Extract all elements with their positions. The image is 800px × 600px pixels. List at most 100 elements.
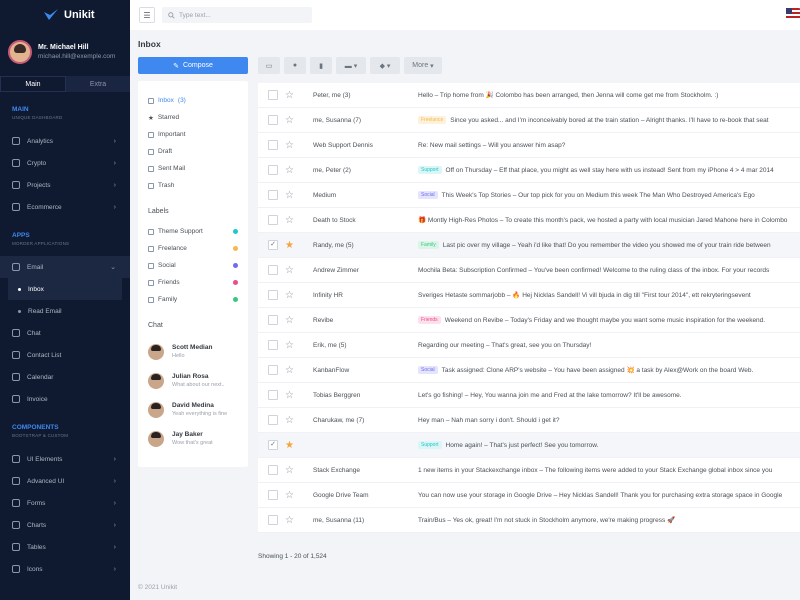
label-social[interactable]: Social <box>148 257 238 274</box>
sidebar-item-email[interactable]: Email ⌄ <box>0 256 130 278</box>
mail-row[interactable]: ☆ Stack Exchange 1 new items in your Stack… <box>258 458 800 483</box>
mail-row[interactable]: ☆ Andrew Zimmer Mochila Beta: Subscription… <box>258 258 800 283</box>
mail-checkbox[interactable] <box>268 365 278 375</box>
sidebar-item-charts[interactable]: Charts › <box>0 514 130 536</box>
mail-row[interactable]: ☆ me, Peter (2) Support Off on Thursday – E… <box>258 158 800 183</box>
star-icon[interactable]: ☆ <box>285 415 294 426</box>
sidebar-item-ui-elements[interactable]: UI Elements › <box>0 448 130 470</box>
star-icon[interactable]: ☆ <box>285 315 294 326</box>
mail-checkbox[interactable] <box>268 315 278 325</box>
mail-checkbox[interactable] <box>268 340 278 350</box>
sidebar-item-contact-list[interactable]: Contact List <box>0 344 130 366</box>
sidebar-item-ecommerce[interactable]: Ecommerce › <box>0 196 130 218</box>
star-icon[interactable]: ☆ <box>285 290 294 301</box>
chat-contact[interactable]: Jay Baker Wow that's great <box>148 424 238 453</box>
mail-row[interactable]: ☆ Web Support Dennis Re: New mail settings… <box>258 133 800 158</box>
mail-checkbox[interactable] <box>268 165 278 175</box>
folder-draft[interactable]: Draft <box>148 143 238 160</box>
search-input[interactable]: Type text... <box>162 7 312 23</box>
star-icon[interactable]: ☆ <box>285 165 294 176</box>
sidebar-item-forms[interactable]: Forms › <box>0 492 130 514</box>
mail-row[interactable]: ☆ Tobias Berggren Let's go fishing! – Hey,… <box>258 383 800 408</box>
sidebar-item-invoice[interactable]: Invoice <box>0 388 130 410</box>
star-icon[interactable]: ☆ <box>285 115 294 126</box>
mail-checkbox[interactable] <box>268 515 278 525</box>
mail-row[interactable]: ☆ me, Susanna (7) Freelance Since you asked… <box>258 108 800 133</box>
star-icon[interactable]: ☆ <box>285 190 294 201</box>
delete-button[interactable]: ▮ <box>310 57 332 74</box>
mail-checkbox[interactable] <box>268 115 278 125</box>
star-icon[interactable]: ☆ <box>285 365 294 376</box>
move-folder-dropdown[interactable]: ▬ ▾ <box>336 57 366 74</box>
folder-starred[interactable]: ★ Starred <box>148 109 238 126</box>
mail-checkbox[interactable] <box>268 140 278 150</box>
star-icon[interactable]: ☆ <box>285 465 294 476</box>
us-flag-icon[interactable] <box>786 8 800 20</box>
star-icon[interactable]: ☆ <box>285 215 294 226</box>
sidebar-item-projects[interactable]: Projects › <box>0 174 130 196</box>
archive-button[interactable]: ▭ <box>258 57 280 74</box>
chat-contact[interactable]: Scott Median Hello <box>148 337 238 366</box>
label-family[interactable]: Family <box>148 291 238 308</box>
mail-checkbox[interactable] <box>268 215 278 225</box>
mail-checkbox[interactable] <box>268 415 278 425</box>
mail-row[interactable]: ☆ Infinity HR Sveriges Hetaste sommarjobb … <box>258 283 800 308</box>
mail-row[interactable]: ✓ ★ Randy, me (5) Family Last pic over my vi… <box>258 233 800 258</box>
label-theme-support[interactable]: Theme Support <box>148 223 238 240</box>
sidebar-subitem-inbox[interactable]: Inbox <box>8 278 122 300</box>
mail-row[interactable]: ☆ KanbanFlow Social Task assigned: Clone AR… <box>258 358 800 383</box>
star-icon[interactable]: ☆ <box>285 515 294 526</box>
star-icon[interactable]: ☆ <box>285 340 294 351</box>
mail-row[interactable]: ☆ Erik, me (5) Regarding our meeting – Tha… <box>258 333 800 358</box>
star-icon[interactable]: ☆ <box>285 490 294 501</box>
mail-checkbox[interactable] <box>268 490 278 500</box>
user-profile[interactable]: Mr. Michael Hill michael.hill@exemple.co… <box>0 30 130 74</box>
more-dropdown[interactable]: More ▾ <box>404 57 442 74</box>
menu-toggle-button[interactable]: ☰ <box>139 7 155 23</box>
mail-checkbox[interactable]: ✓ <box>268 240 278 250</box>
star-icon[interactable]: ★ <box>285 240 294 251</box>
sidebar-item-chat[interactable]: Chat <box>0 322 130 344</box>
label-dropdown[interactable]: ◆ ▾ <box>370 57 400 74</box>
mail-row[interactable]: ☆ Revibe Friends Weekend on Revibe – Today'… <box>258 308 800 333</box>
mail-row[interactable]: ☆ Google Drive Team You can now use your s… <box>258 483 800 508</box>
mail-checkbox[interactable] <box>268 265 278 275</box>
sidebar-subitem-read-email[interactable]: Read Email <box>0 300 130 322</box>
mail-row[interactable]: ☆ Peter, me (3) Hello – Trip home from 🎉 C… <box>258 83 800 108</box>
star-icon[interactable]: ☆ <box>285 90 294 101</box>
spam-button[interactable]: ● <box>284 57 306 74</box>
sidebar-item-advanced-ui[interactable]: Advanced UI › <box>0 470 130 492</box>
folder-important[interactable]: Important <box>148 126 238 143</box>
mail-checkbox[interactable]: ✓ <box>268 440 278 450</box>
label-friends[interactable]: Friends <box>148 274 238 291</box>
tab-extra[interactable]: Extra <box>66 76 130 92</box>
tab-main[interactable]: Main <box>0 76 66 92</box>
chat-contact[interactable]: Julian Rosa What about our next.. <box>148 366 238 395</box>
chat-contact[interactable]: David Medina Yeah everything is fine <box>148 395 238 424</box>
mail-checkbox[interactable] <box>268 90 278 100</box>
star-icon[interactable]: ★ <box>285 440 294 451</box>
folder-trash[interactable]: Trash <box>148 177 238 194</box>
mail-checkbox[interactable] <box>268 190 278 200</box>
sidebar-item-calendar[interactable]: Calendar <box>0 366 130 388</box>
mail-row[interactable]: ☆ Death to Stock 🎁 Montly High-Res Photos … <box>258 208 800 233</box>
label-freelance[interactable]: Freelance <box>148 240 238 257</box>
mail-row[interactable]: ✓ ★ Support Home again! – That's just perfe… <box>258 433 800 458</box>
mail-checkbox[interactable] <box>268 390 278 400</box>
sidebar-item-crypto[interactable]: Crypto › <box>0 152 130 174</box>
brand-logo[interactable]: Unikit <box>0 0 130 30</box>
compose-button[interactable]: ✎ Compose <box>138 57 248 74</box>
sidebar-item-analytics[interactable]: Analytics › <box>0 130 130 152</box>
mail-row[interactable]: ☆ Charukaw, me (7) Hey man – Nah man sorry… <box>258 408 800 433</box>
mail-checkbox[interactable] <box>268 290 278 300</box>
folder-inbox[interactable]: Inbox (3) <box>148 92 238 109</box>
sidebar-item-icons[interactable]: Icons › <box>0 558 130 580</box>
mail-row[interactable]: ☆ me, Susanna (11) Train/Bus – Yes ok, gre… <box>258 508 800 533</box>
folder-sent-mail[interactable]: Sent Mail <box>148 160 238 177</box>
mail-row[interactable]: ☆ Medium Social This Week's Top Stories – O… <box>258 183 800 208</box>
star-icon[interactable]: ☆ <box>285 390 294 401</box>
star-icon[interactable]: ☆ <box>285 265 294 276</box>
sidebar-item-tables[interactable]: Tables › <box>0 536 130 558</box>
mail-checkbox[interactable] <box>268 465 278 475</box>
star-icon[interactable]: ☆ <box>285 140 294 151</box>
